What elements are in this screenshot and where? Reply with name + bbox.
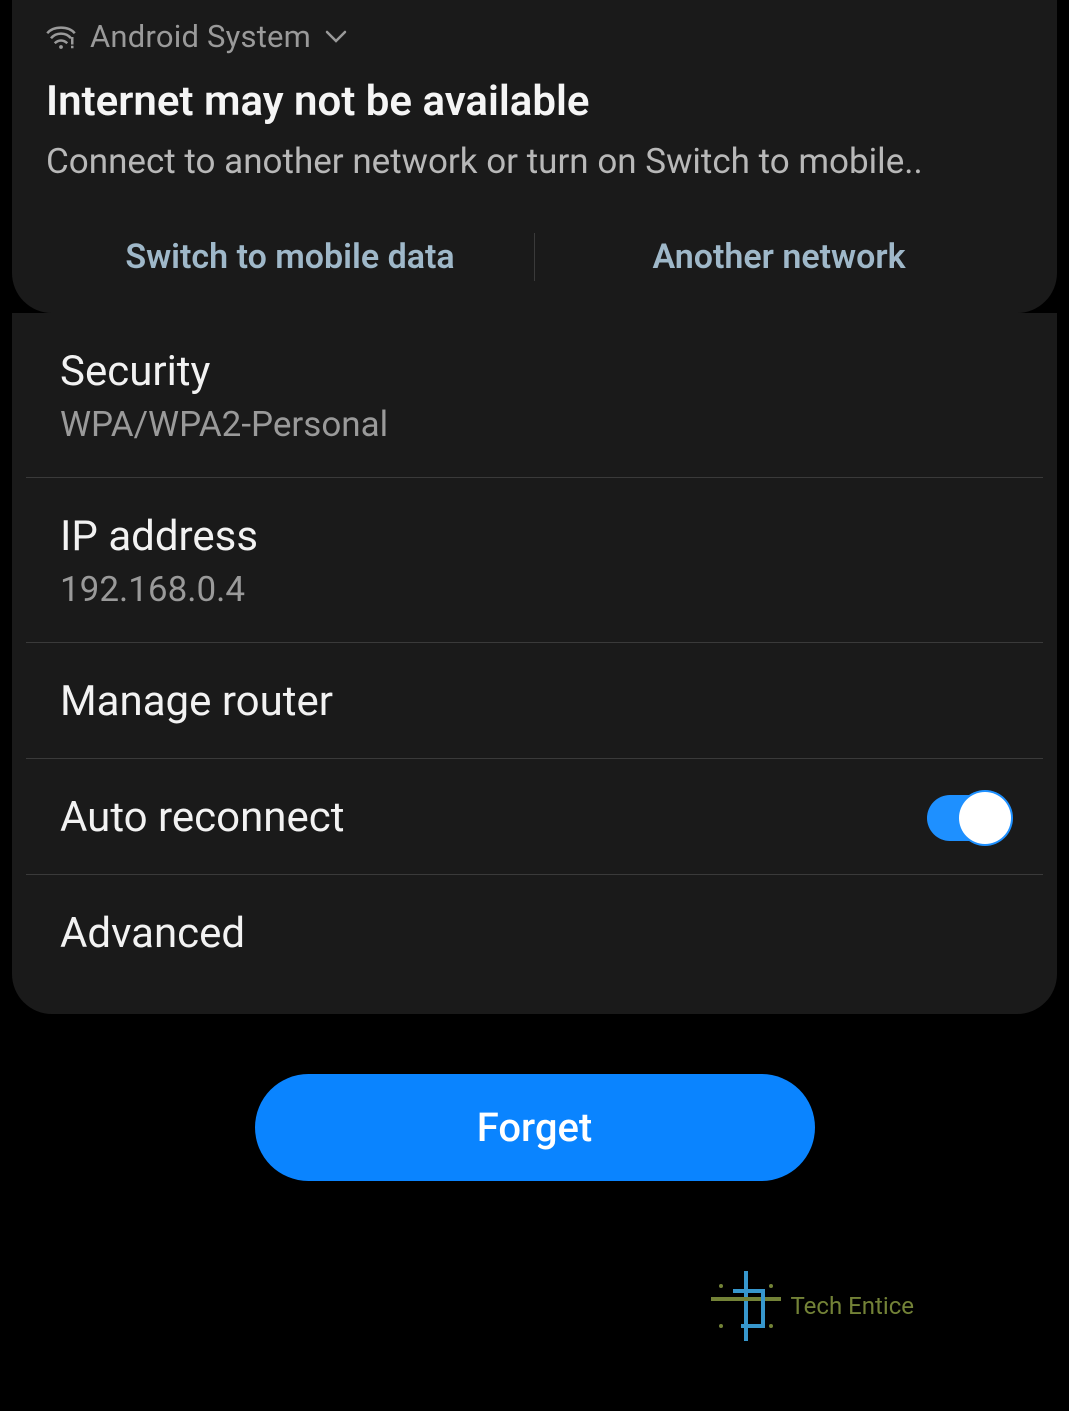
notification-header[interactable]: Android System [46, 18, 1023, 55]
ip-address-row[interactable]: IP address 192.168.0.4 [26, 478, 1043, 643]
manage-router-label: Manage router [60, 677, 1009, 726]
auto-reconnect-row[interactable]: Auto reconnect [26, 759, 1043, 875]
advanced-row[interactable]: Advanced [26, 875, 1043, 990]
auto-reconnect-toggle[interactable] [927, 795, 1009, 841]
notification-body: Connect to another network or turn on Sw… [46, 138, 1023, 185]
notification-app-label: Android System [90, 18, 311, 55]
auto-reconnect-label: Auto reconnect [60, 793, 344, 842]
security-row[interactable]: Security WPA/WPA2-Personal [26, 313, 1043, 478]
forget-button[interactable]: Forget [255, 1074, 815, 1181]
toggle-knob [959, 792, 1011, 844]
another-network-button[interactable]: Another network [535, 229, 1023, 285]
ip-address-label: IP address [60, 512, 1009, 561]
wifi-details-panel: Security WPA/WPA2-Personal IP address 19… [12, 313, 1057, 1014]
watermark: Tech Entice [711, 1271, 915, 1341]
ip-address-value: 192.168.0.4 [60, 569, 1009, 610]
security-value: WPA/WPA2-Personal [60, 404, 1009, 445]
watermark-text: Tech Entice [791, 1292, 915, 1320]
wifi-icon [46, 24, 76, 50]
notification-title: Internet may not be available [46, 77, 1023, 126]
watermark-logo-icon [711, 1271, 781, 1341]
notification-actions: Switch to mobile data Another network [46, 229, 1023, 313]
advanced-label: Advanced [60, 909, 1009, 958]
manage-router-row[interactable]: Manage router [26, 643, 1043, 759]
security-label: Security [60, 347, 1009, 396]
chevron-down-icon [325, 30, 347, 44]
switch-mobile-data-button[interactable]: Switch to mobile data [46, 229, 534, 285]
notification-card: Android System Internet may not be avail… [12, 0, 1057, 313]
